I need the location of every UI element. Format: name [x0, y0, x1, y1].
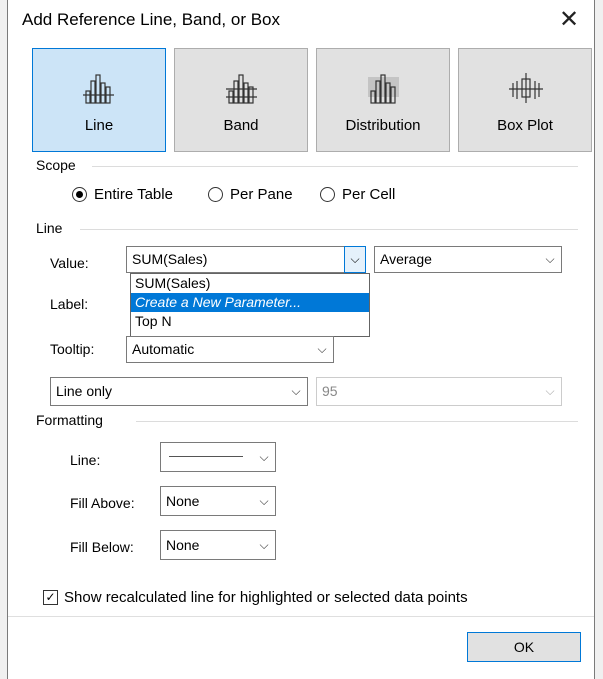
backdrop-right	[595, 0, 603, 679]
line-heading: Line	[36, 220, 63, 236]
dropdown-item-sum-sales[interactable]: SUM(Sales)	[131, 274, 369, 293]
tooltip-label: Tooltip:	[50, 341, 95, 357]
confidence-select: 95 ⌵	[316, 377, 562, 406]
recalculated-line-checkbox[interactable]: ✓ Show recalculated line for highlighted…	[43, 589, 468, 606]
type-label-line: Line	[84, 117, 114, 134]
line-mode-select[interactable]: Line only ⌵	[50, 377, 308, 406]
add-reference-line-dialog: Add Reference Line, Band, or Box ✕ Line	[0, 0, 603, 679]
type-label-box-plot: Box Plot	[497, 117, 553, 134]
fill-below-select[interactable]: None ⌵	[160, 530, 276, 560]
fill-above-label: Fill Above:	[70, 495, 135, 511]
dropdown-item-create-parameter[interactable]: Create a New Parameter...	[131, 293, 369, 312]
fill-below-value: None	[166, 537, 200, 553]
radio-dot-icon	[72, 187, 87, 202]
box-plot-icon	[509, 73, 543, 103]
formatting-heading: Formatting	[36, 412, 103, 428]
line-separator	[80, 229, 578, 230]
recalculated-line-label: Show recalculated line for highlighted o…	[64, 589, 468, 606]
value-dropdown-list: SUM(Sales) Create a New Parameter... Top…	[130, 273, 370, 337]
aggregation-value: Average	[380, 251, 432, 267]
type-button-line[interactable]: Line	[32, 48, 166, 152]
radio-label: Per Pane	[230, 186, 293, 203]
fill-above-select[interactable]: None ⌵	[160, 486, 276, 516]
band-chart-icon	[226, 74, 257, 104]
chevron-down-icon: ⌵	[545, 384, 555, 398]
line-style-select[interactable]: ⌵	[160, 442, 276, 472]
radio-per-cell[interactable]: Per Cell	[320, 186, 395, 203]
tooltip-value: Automatic	[132, 341, 195, 357]
value-label: Value:	[50, 255, 89, 271]
backdrop-left	[0, 0, 7, 679]
scope-separator	[92, 166, 578, 167]
dropdown-item-top-n[interactable]: Top N	[131, 312, 369, 331]
aggregation-select[interactable]: Average ⌵	[374, 246, 562, 273]
line-chart-icon	[83, 74, 114, 104]
chevron-down-icon: ⌵	[259, 450, 269, 464]
close-button[interactable]: ✕	[552, 4, 586, 36]
chevron-down-icon[interactable]: ⌵	[344, 246, 366, 273]
distribution-chart-icon	[368, 74, 399, 104]
footer-divider	[8, 616, 594, 617]
type-button-band[interactable]: Band	[174, 48, 308, 152]
chevron-down-icon: ⌵	[317, 342, 327, 356]
type-button-distribution[interactable]: Distribution	[316, 48, 450, 152]
radio-label: Per Cell	[342, 186, 396, 203]
line-mode-value: Line only	[56, 383, 113, 399]
type-button-box-plot[interactable]: Box Plot	[458, 48, 592, 152]
dialog-title: Add Reference Line, Band, or Box	[22, 10, 280, 29]
fill-above-value: None	[166, 493, 200, 509]
chevron-down-icon: ⌵	[545, 252, 555, 266]
label-label: Label:	[50, 296, 89, 312]
type-label-distribution: Distribution	[345, 117, 421, 134]
chevron-down-icon: ⌵	[259, 538, 269, 552]
value-select[interactable]: SUM(Sales) ⌵	[126, 246, 366, 273]
value-selected: SUM(Sales)	[132, 251, 208, 267]
title-bar: Add Reference Line, Band, or Box ✕	[8, 0, 594, 40]
radio-per-pane[interactable]: Per Pane	[208, 186, 293, 203]
fill-below-label: Fill Below:	[70, 539, 134, 555]
radio-circle-icon	[208, 187, 223, 202]
dialog-frame: Add Reference Line, Band, or Box ✕ Line	[7, 0, 595, 679]
formatting-separator	[136, 421, 578, 422]
radio-entire-table[interactable]: Entire Table	[72, 186, 173, 203]
chevron-down-icon: ⌵	[291, 384, 301, 398]
radio-label: Entire Table	[94, 186, 173, 203]
format-line-label: Line:	[70, 452, 101, 468]
scope-heading: Scope	[36, 157, 76, 173]
tooltip-select[interactable]: Automatic ⌵	[126, 336, 334, 363]
radio-circle-icon	[320, 187, 335, 202]
checkmark-icon: ✓	[43, 590, 58, 605]
line-style-swatch	[169, 456, 243, 457]
type-label-band: Band	[223, 117, 259, 134]
ok-button[interactable]: OK	[467, 632, 581, 662]
chevron-down-icon: ⌵	[259, 494, 269, 508]
confidence-value: 95	[322, 383, 338, 399]
